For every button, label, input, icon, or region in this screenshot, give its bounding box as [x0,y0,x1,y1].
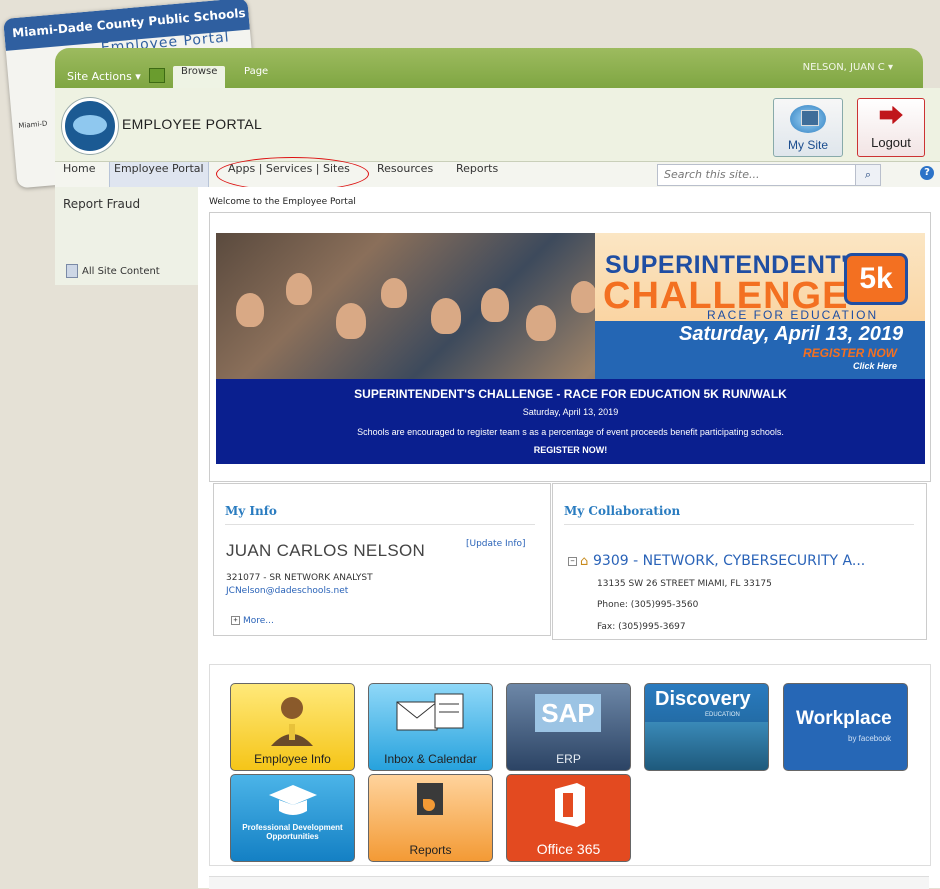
employee-email[interactable]: JCNelson@dadeschools.net [226,586,348,596]
office-365-label: Office 365 [536,841,601,857]
site-phone: Phone: (305)995-3560 [597,600,699,610]
school-district-logo[interactable] [62,98,118,154]
employee-info-tile[interactable]: Employee Info [230,683,355,771]
collab-site-link[interactable]: − ⌂ 9309 - NETWORK, CYBERSECURITY A... [568,553,865,569]
my-site-icon [790,105,826,133]
professional-development-tile[interactable]: Professional Development Opportunities [230,774,355,862]
graduation-cap-icon [269,785,317,815]
all-site-content-link[interactable]: All Site Content [66,264,160,278]
discovery-logo-text: Discovery [655,688,751,710]
document-icon [66,264,78,278]
employee-role: 321077 - SR NETWORK ANALYST [226,573,373,583]
my-collaboration-title: My Collaboration [564,504,681,518]
inbox-calendar-label: Inbox & Calendar [384,752,477,766]
sea-turtle-image [645,722,768,770]
site-address: 13135 SW 26 STREET MIAMI, FL 33175 [597,579,772,589]
sap-logo-text: SAP [535,694,601,732]
my-info-title: My Info [225,504,277,518]
banner-register-link[interactable]: REGISTER NOW! [216,445,925,455]
search-icon[interactable]: ⌕ [855,165,880,185]
tab-page[interactable]: Page [236,66,276,88]
promo-date: Saturday, April 13, 2019 [679,323,904,345]
edit-page-icon[interactable] [149,68,165,83]
promo-5k-badge: 5k [844,253,908,305]
next-section-edge [209,876,929,889]
search-input[interactable]: Search this site... [664,168,759,181]
banner-subtext: Schools are encouraged to register team … [357,427,784,437]
race-promo-graphic[interactable]: SUPERINTENDENT'S CHALLENGE 5k RACE FOR E… [595,233,925,379]
update-info-link[interactable]: [Update Info] [466,539,526,549]
site-actions-menu[interactable]: Site Actions ▾ [67,70,141,83]
help-icon[interactable]: ? [920,166,934,180]
more-label: More... [243,616,274,626]
portal-title: EMPLOYEE PORTAL [122,116,263,132]
inbox-calendar-tile[interactable]: Inbox & Calendar [368,683,493,771]
discovery-education-tile[interactable]: Discovery EDUCATION [644,683,769,771]
report-fraud-link[interactable]: Report Fraud [63,197,140,211]
tab-browse[interactable]: Browse [173,66,226,88]
discovery-education-sub: EDUCATION [705,712,740,718]
banner-date: Saturday, April 13, 2019 [522,407,619,417]
nav-home[interactable]: Home [63,162,95,187]
logout-button[interactable]: ⮕ Logout [857,98,925,157]
search-box[interactable]: Search this site... ⌕ [657,164,881,186]
banner-text-panel: SUPERINTENDENT'S CHALLENGE - RACE FOR ED… [216,379,925,464]
nav-resources[interactable]: Resources [377,162,433,187]
workplace-logo-text: Workplace [796,708,892,729]
reports-tile[interactable]: Reports [368,774,493,862]
collapse-icon[interactable]: − [568,556,577,566]
red-highlight-circle [216,157,369,191]
employee-name: JUAN CARLOS NELSON [226,541,426,560]
user-menu[interactable]: NELSON, JUAN C ▾ [803,62,893,73]
promo-register: REGISTER NOW [803,346,898,360]
workplace-facebook-tile[interactable]: Workplace by facebook [783,683,908,771]
by-facebook-text: by facebook [848,734,892,743]
erp-tile[interactable]: SAP ERP [506,683,631,771]
collab-site-name: 9309 - NETWORK, CYBERSECURITY A... [593,553,866,569]
banner-headline: SUPERINTENDENT'S CHALLENGE - RACE FOR ED… [354,387,787,401]
reports-label: Reports [409,843,452,857]
id-card-line3: Miami-D [18,119,48,131]
welcome-text: Welcome to the Employee Portal [209,197,356,207]
ribbon-bar: Site Actions ▾ Browse Page NELSON, JUAN … [55,48,923,88]
more-link[interactable]: + More... [231,616,274,626]
promo-click-here: Click Here [853,361,898,371]
my-site-button[interactable]: My Site [773,98,843,157]
promo-line3: RACE FOR EDUCATION [707,308,879,322]
my-site-label: My Site [787,138,828,152]
nav-reports[interactable]: Reports [456,162,498,187]
all-site-content-label: All Site Content [82,266,160,277]
expand-icon: + [231,616,240,625]
erp-label: ERP [556,752,581,766]
employee-info-label: Employee Info [254,752,331,766]
logout-icon: ⮕ [879,102,903,130]
site-fax: Fax: (305)995-3697 [597,622,686,632]
nav-employee-portal[interactable]: Employee Portal [109,162,209,187]
home-icon: ⌂ [580,554,589,569]
professional-development-label: Professional Development Opportunities [242,823,343,841]
logout-label: Logout [871,135,911,150]
office-365-tile[interactable]: Office 365 [506,774,631,862]
